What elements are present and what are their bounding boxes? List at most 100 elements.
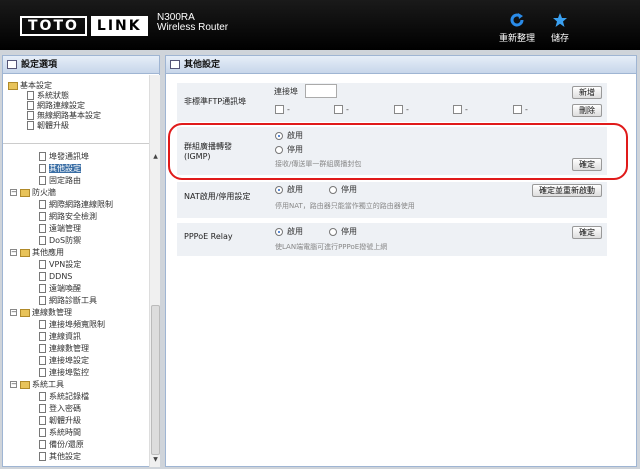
tree-label: 系統工具 <box>32 380 64 389</box>
page-icon <box>39 344 46 353</box>
page-icon <box>27 121 34 130</box>
tree-label: DDNS <box>49 272 73 281</box>
tree-node-backup[interactable]: 備份/還原 <box>39 440 84 450</box>
tree-node-apps[interactable]: 其他應用 <box>20 248 64 258</box>
tree-label: 網路安全檢測 <box>49 212 97 221</box>
tree-node-other-settings[interactable]: 其他設定 <box>39 164 81 174</box>
tree-node-diag[interactable]: 網路診斷工具 <box>39 296 97 306</box>
nat-disable-radio[interactable]: 停用 <box>329 185 357 194</box>
scroll-up-arrow-icon[interactable]: ▲ <box>151 153 160 162</box>
tree-node-wireless[interactable]: 無線網路基本設定 <box>27 111 101 121</box>
tree-node-ddns[interactable]: DDNS <box>39 272 72 282</box>
ftp-slot-checkbox[interactable]: - <box>334 105 349 114</box>
nat-row: NAT啟用/停用設定 啟用 停用 停用NAT，路由器只能當作獨立的路由器使用 確… <box>177 182 607 218</box>
page-icon <box>39 236 46 245</box>
save-button[interactable]: 儲存 <box>551 12 569 44</box>
tree-label-selected: 其他設定 <box>49 164 81 173</box>
tree-node-tools[interactable]: 系統工具 <box>20 380 64 390</box>
scroll-down-arrow-icon[interactable]: ▼ <box>151 456 160 465</box>
tree-label: 韌體升級 <box>49 416 81 425</box>
tree-node-syslog[interactable]: 系統記錄檔 <box>39 392 89 402</box>
sidebar-tree: 基本設定 系統狀態 網路連線設定 無線網路基本設定 韌體升級 埠發通訊埠 其他設… <box>3 75 149 467</box>
tree-node-conn-mgmt[interactable]: 連線數管理 <box>20 308 72 318</box>
tree-node-inet-limit[interactable]: 網際網路連線限制 <box>39 200 113 210</box>
tree-node-conn-count[interactable]: 連線數管理 <box>39 344 89 354</box>
pppoe-confirm-button[interactable]: 確定 <box>572 226 602 239</box>
collapse-toggle[interactable]: − <box>10 249 17 256</box>
folder-icon <box>20 380 30 389</box>
page-icon <box>39 428 46 437</box>
ftp-slot-checkbox[interactable]: - <box>275 105 290 114</box>
tree-node-portfwd[interactable]: 埠發通訊埠 <box>39 152 89 162</box>
tree-label: DoS防禦 <box>49 236 82 245</box>
tree-node-remote[interactable]: 遠端管理 <box>39 224 81 234</box>
collapse-toggle[interactable]: − <box>10 189 17 196</box>
model-info: N300RA Wireless Router <box>157 13 228 33</box>
content-panel: 其他設定 非標準FTP通訊埠 連接埠 新增 - - - - - 刪除 群組廣播轉… <box>165 55 637 467</box>
tree-label: 韌體升級 <box>37 121 69 130</box>
tree-node-dos[interactable]: DoS防禦 <box>39 236 81 246</box>
tree-node-network[interactable]: 網路連線設定 <box>27 101 85 111</box>
page-icon <box>39 416 46 425</box>
content-header: 其他設定 <box>166 56 636 74</box>
tree-node-basic[interactable]: 基本設定 <box>8 81 52 91</box>
tree-node-vpn[interactable]: VPN設定 <box>39 260 81 270</box>
tree-label: 其他應用 <box>32 248 64 257</box>
tree-label: 無線網路基本設定 <box>37 111 101 120</box>
tree-node-security[interactable]: 網路安全檢測 <box>39 212 97 222</box>
header-bar: TOTO LINK N300RA Wireless Router 重新整理 儲存 <box>0 0 640 50</box>
collapse-toggle[interactable]: − <box>10 309 17 316</box>
refresh-button[interactable]: 重新整理 <box>499 12 535 44</box>
tree-label: 系統記錄檔 <box>49 392 89 401</box>
logo-left: TOTO <box>20 16 87 36</box>
tree-label: 其他設定 <box>49 452 81 461</box>
tree-node-misc[interactable]: 其他設定 <box>39 452 81 462</box>
page-icon <box>39 368 46 377</box>
collapse-toggle[interactable]: − <box>10 381 17 388</box>
tree-node-bandwidth[interactable]: 連接埠頻寬限制 <box>39 320 105 330</box>
save-label: 儲存 <box>551 34 570 44</box>
page-icon <box>27 91 34 100</box>
tree-label: 埠發通訊埠 <box>49 152 89 161</box>
tree-node-status[interactable]: 系統狀態 <box>27 91 69 101</box>
tree-node-wol[interactable]: 遠端喚醒 <box>39 284 81 294</box>
tree-node-static-route[interactable]: 固定路由 <box>39 176 81 186</box>
tree-label: 固定路由 <box>49 176 81 185</box>
pppoe-enable-radio[interactable]: 啟用 <box>275 227 303 236</box>
nat-hint: 停用NAT，路由器只能當作獨立的路由器使用 <box>275 202 415 210</box>
folder-icon <box>20 308 30 317</box>
tree-node-port-settings[interactable]: 連接埠設定 <box>39 356 89 366</box>
tree-node-firmware[interactable]: 韌體升級 <box>27 121 69 131</box>
tree-node-upgrade[interactable]: 韌體升級 <box>39 416 81 426</box>
ftp-slot-checkbox[interactable]: - <box>453 105 468 114</box>
pppoe-row: PPPoE Relay 啟用 停用 使LAN端電腦可進行PPPoE撥號上網 確定 <box>177 223 607 256</box>
nat-enable-radio[interactable]: 啟用 <box>275 185 303 194</box>
tree-label: 系統狀態 <box>37 91 69 100</box>
add-button[interactable]: 新增 <box>572 86 602 99</box>
folder-icon <box>20 188 30 197</box>
tree-node-firewall[interactable]: 防火牆 <box>20 188 56 198</box>
page-icon <box>27 111 34 120</box>
tree-label: 登入密碼 <box>49 404 81 413</box>
port-input[interactable] <box>305 84 337 98</box>
tree-label: 連接埠設定 <box>49 356 89 365</box>
nat-label: NAT啟用/停用設定 <box>184 192 251 201</box>
page-icon <box>39 272 46 281</box>
tree-node-time[interactable]: 系統時間 <box>39 428 81 438</box>
scroll-thumb[interactable] <box>151 305 160 455</box>
pppoe-disable-radio[interactable]: 停用 <box>329 227 357 236</box>
sidebar-scrollbar[interactable]: ▲ ▼ <box>149 75 160 467</box>
ftp-slot-checkbox[interactable]: - <box>394 105 409 114</box>
folder-open-icon <box>8 81 18 90</box>
port-label: 連接埠 <box>274 87 298 96</box>
delete-button[interactable]: 刪除 <box>572 104 602 117</box>
star-icon <box>553 13 567 27</box>
page-icon <box>39 224 46 233</box>
sidebar-panel: 設定選項 基本設定 系統狀態 網路連線設定 無線網路基本設定 韌體升級 埠發通訊… <box>2 55 160 467</box>
ftp-slot-checkbox[interactable]: - <box>513 105 528 114</box>
tree-node-password[interactable]: 登入密碼 <box>39 404 81 414</box>
nat-confirm-restart-button[interactable]: 確定並重新啟動 <box>532 184 602 197</box>
tree-node-conn-info[interactable]: 連線資訊 <box>39 332 81 342</box>
tree-node-port-monitor[interactable]: 連接埠監控 <box>39 368 89 378</box>
logo-right: LINK <box>90 16 148 36</box>
